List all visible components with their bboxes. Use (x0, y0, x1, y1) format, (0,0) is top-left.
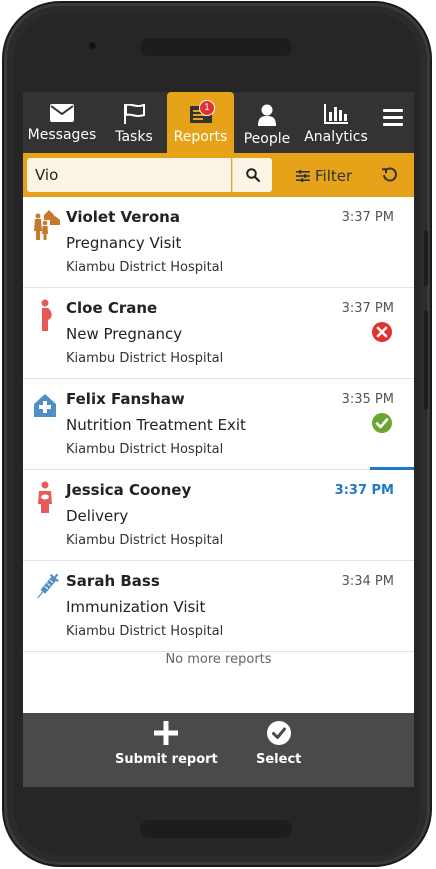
bottom-speaker (140, 820, 292, 838)
health-facility-icon (34, 394, 56, 417)
facility-name: Kiambu District Hospital (66, 533, 224, 548)
front-camera (88, 41, 97, 50)
verified-check-icon (372, 413, 392, 433)
patient-name: Sarah Bass (66, 572, 160, 590)
submit-report-button[interactable]: Submit report (115, 721, 218, 767)
syringe-icon (37, 573, 59, 599)
reports-badge: 1 (199, 100, 215, 116)
hamburger-icon (383, 109, 403, 126)
mother-baby-icon (38, 481, 52, 513)
family-home-icon (34, 210, 60, 240)
report-item-selected[interactable]: Jessica Cooney Delivery Kiambu District … (23, 467, 414, 561)
form-name: Pregnancy Visit (66, 234, 182, 252)
pregnancy-icon (41, 299, 52, 331)
select-button[interactable]: Select (256, 721, 301, 767)
error-icon (372, 322, 392, 342)
report-item[interactable]: Felix Fanshaw Nutrition Treatment Exit K… (23, 379, 414, 470)
submit-report-label: Submit report (115, 752, 218, 767)
bar-chart-icon (324, 104, 348, 124)
report-item[interactable]: Sarah Bass Immunization Visit Kiambu Dis… (23, 561, 414, 652)
filter-button[interactable]: Filter (296, 165, 352, 187)
tab-analytics[interactable]: Analytics (300, 92, 372, 153)
tab-tasks[interactable]: Tasks (101, 92, 167, 153)
tab-tasks-label: Tasks (115, 129, 153, 145)
report-time: 3:37 PM (334, 483, 394, 498)
report-time: 3:34 PM (341, 574, 394, 589)
tab-messages-label: Messages (27, 127, 97, 143)
patient-name: Violet Verona (66, 208, 180, 226)
patient-name: Jessica Cooney (66, 481, 192, 499)
patient-name: Felix Fanshaw (66, 390, 185, 408)
menu-button[interactable] (372, 92, 414, 153)
select-label: Select (256, 752, 302, 767)
reset-icon[interactable] (381, 166, 399, 184)
tab-reports[interactable]: 1 Reports (167, 92, 234, 153)
envelope-icon (50, 104, 74, 122)
search-input[interactable] (27, 158, 231, 192)
search-button[interactable] (232, 158, 272, 192)
selection-indicator (370, 467, 414, 470)
patient-name: Cloe Crane (66, 299, 158, 317)
no-more-reports: No more reports (165, 652, 272, 667)
tab-people-label: People (243, 131, 291, 147)
power-button (424, 310, 428, 410)
sliders-icon (296, 170, 310, 182)
action-bar: Submit report Select (23, 713, 414, 787)
report-time: 3:35 PM (341, 392, 394, 407)
tab-reports-label: Reports (173, 129, 228, 145)
plus-icon (154, 721, 179, 745)
filter-label: Filter (315, 167, 353, 185)
facility-name: Kiambu District Hospital (66, 351, 224, 366)
tab-people[interactable]: People (234, 92, 300, 153)
report-time: 3:37 PM (341, 301, 394, 316)
flag-icon (124, 104, 145, 124)
person-icon (258, 104, 276, 126)
search-bar: Filter (23, 153, 414, 197)
facility-name: Kiambu District Hospital (66, 260, 224, 275)
search-icon (245, 168, 260, 182)
report-item[interactable]: Cloe Crane New Pregnancy Kiambu District… (23, 288, 414, 379)
check-circle-icon (266, 721, 291, 745)
app-screen: Messages Tasks 1 Reports People Analytic… (23, 92, 414, 787)
earpiece-speaker (140, 38, 292, 56)
report-list: Violet Verona Pregnancy Visit Kiambu Dis… (23, 197, 414, 652)
form-name: New Pregnancy (66, 325, 183, 343)
report-item[interactable]: Violet Verona Pregnancy Visit Kiambu Dis… (23, 197, 414, 288)
report-time: 3:37 PM (341, 210, 394, 225)
form-name: Delivery (66, 507, 129, 525)
facility-name: Kiambu District Hospital (66, 624, 224, 639)
facility-name: Kiambu District Hospital (66, 442, 224, 457)
tab-messages[interactable]: Messages (23, 92, 101, 153)
form-name: Nutrition Treatment Exit (66, 416, 246, 434)
form-name: Immunization Visit (66, 598, 206, 616)
tab-analytics-label: Analytics (304, 129, 368, 145)
top-navigation: Messages Tasks 1 Reports People Analytic… (23, 92, 414, 153)
volume-button (424, 230, 428, 286)
